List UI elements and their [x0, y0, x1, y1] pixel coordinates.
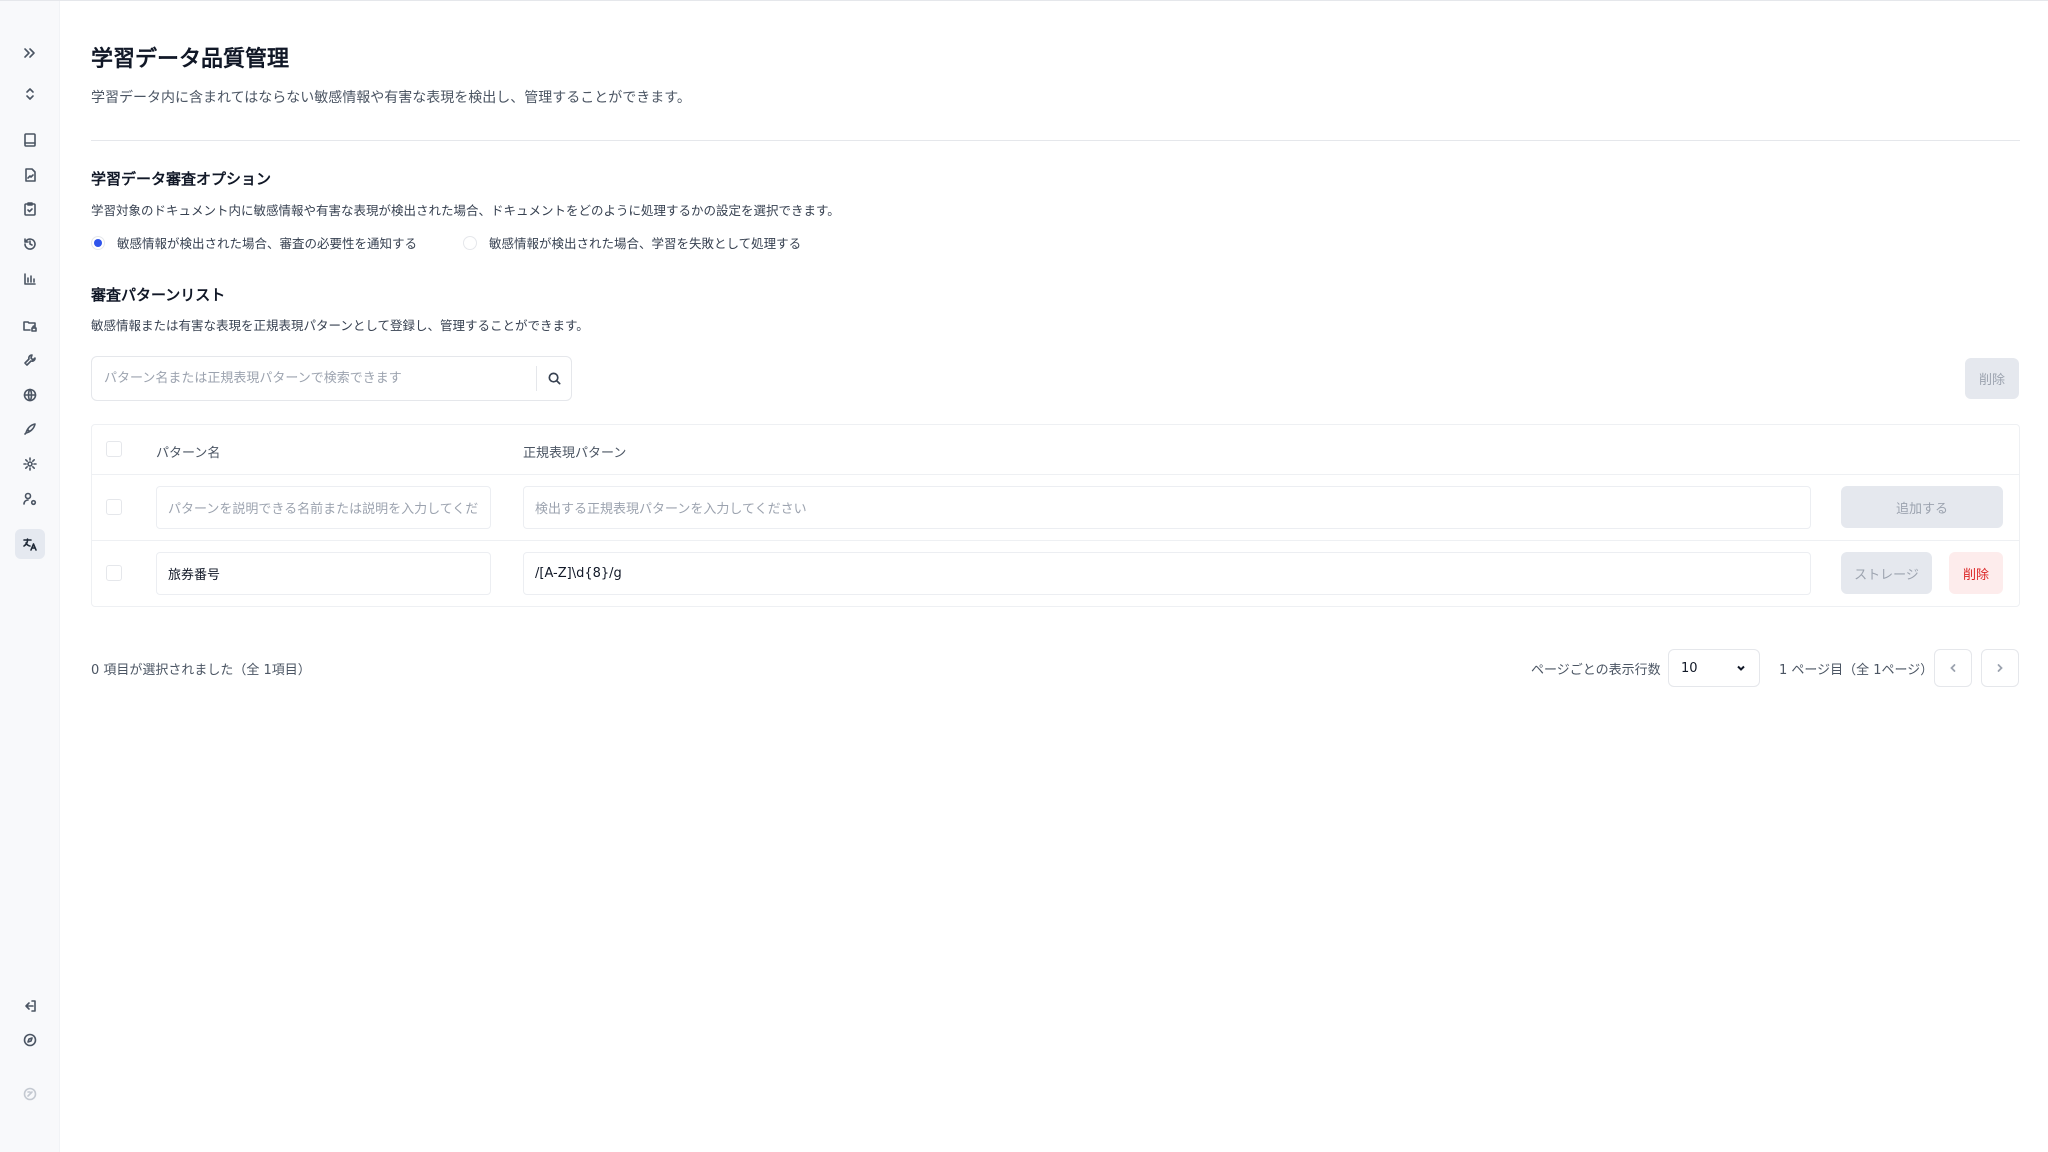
row-checkbox[interactable]	[106, 565, 122, 581]
wrench-icon[interactable]	[15, 345, 45, 375]
rows-per-page-label: ページごとの表示行数	[1531, 663, 1661, 678]
next-page-button[interactable]	[1981, 649, 2019, 687]
sidebar	[0, 1, 60, 1152]
bulk-delete-button[interactable]: 削除	[1965, 358, 2019, 399]
table-header: パターン名 正規表現パターン	[92, 425, 2019, 475]
table-row: 旅券番号 /[A-Z]\d{8}/g ストレージ 削除	[92, 541, 2019, 607]
review-options-description: 学習対象のドキュメント内に敏感情報や有害な表現が検出された場合、ドキュメントをど…	[91, 203, 840, 218]
save-pattern-button[interactable]: ストレージ	[1841, 552, 1932, 594]
pattern-regex-input[interactable]: /[A-Z]\d{8}/g	[523, 552, 1811, 595]
status-icon	[15, 1079, 45, 1109]
translate-icon[interactable]	[15, 529, 45, 559]
rows-per-page-value: 10	[1681, 660, 1698, 676]
history-icon[interactable]	[15, 229, 45, 259]
radio-notify-label[interactable]: 敏感情報が検出された場合、審査の必要性を通知する	[117, 233, 417, 252]
radio-fail-label[interactable]: 敏感情報が検出された場合、学習を失敗として処理する	[489, 233, 801, 252]
column-header-regex: 正規表現パターン	[523, 446, 627, 461]
pattern-table: パターン名 正規表現パターン パターンを説明できる名前または説明を入力してくだ …	[91, 424, 2020, 607]
review-options-title: 学習データ審査オプション	[91, 170, 272, 188]
settings-icon[interactable]	[15, 449, 45, 479]
new-pattern-row: パターンを説明できる名前または説明を入力してくだ 検出する正規表現パターンを入力…	[92, 475, 2019, 541]
delete-pattern-button[interactable]: 削除	[1949, 552, 2003, 594]
radio-notify[interactable]	[91, 235, 105, 250]
chevron-right-icon	[1997, 664, 2003, 672]
select-all-checkbox[interactable]	[106, 441, 122, 457]
page-title: 学習データ品質管理	[91, 47, 290, 72]
rows-per-page-select[interactable]: 10	[1668, 649, 1760, 687]
new-pattern-name-input[interactable]: パターンを説明できる名前または説明を入力してくだ	[156, 486, 491, 529]
row-checkbox[interactable]	[106, 499, 122, 515]
new-pattern-regex-input[interactable]: 検出する正規表現パターンを入力してください	[523, 486, 1811, 529]
column-header-name: パターン名	[156, 446, 221, 461]
chevrons-updown-icon[interactable]	[15, 79, 45, 109]
globe-icon[interactable]	[15, 380, 45, 410]
expand-icon[interactable]	[15, 38, 45, 68]
file-chart-icon[interactable]	[15, 160, 45, 190]
chevron-down-icon	[1737, 665, 1745, 671]
chevron-left-icon	[1950, 664, 1956, 672]
clipboard-check-icon[interactable]	[15, 194, 45, 224]
review-option-group: 敏感情報が検出された場合、審査の必要性を通知する 敏感情報が検出された場合、学習…	[91, 233, 847, 252]
pattern-list-description: 敏感情報または有害な表現を正規表現パターンとして登録し、管理することができます。	[91, 318, 589, 333]
logout-icon[interactable]	[15, 991, 45, 1021]
page-description: 学習データ内に含まれてはならない敏感情報や有害な表現を検出し、管理することができ…	[91, 90, 691, 106]
pattern-list-title: 審査パターンリスト	[91, 286, 226, 304]
search-box	[91, 356, 572, 401]
divider	[91, 140, 2020, 141]
prev-page-button[interactable]	[1934, 649, 1972, 687]
book-icon[interactable]	[15, 125, 45, 155]
rocket-icon[interactable]	[15, 414, 45, 444]
bar-chart-icon[interactable]	[15, 264, 45, 294]
user-settings-icon[interactable]	[15, 484, 45, 514]
search-input[interactable]	[92, 357, 536, 400]
page-info: 1 ページ目（全 1ページ）	[1779, 663, 1934, 678]
folder-lock-icon[interactable]	[15, 311, 45, 341]
radio-fail[interactable]	[463, 235, 478, 250]
selection-info: 0 項目が選択されました（全 1項目）	[91, 663, 311, 678]
pattern-name-input[interactable]: 旅券番号	[156, 552, 491, 595]
add-pattern-button[interactable]: 追加する	[1841, 486, 2003, 528]
search-icon[interactable]	[537, 357, 571, 400]
compass-icon[interactable]	[15, 1025, 45, 1055]
